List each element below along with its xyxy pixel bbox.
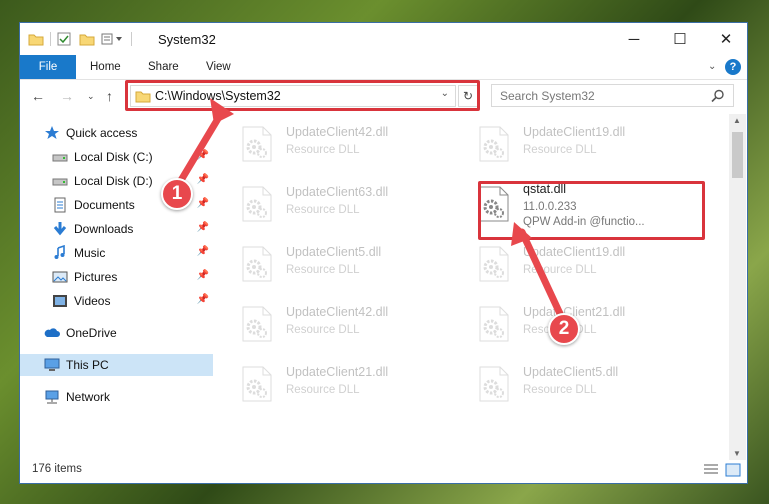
arrow-one-head [210,98,234,124]
arrow-two [518,228,566,322]
annotation-arrows [176,98,566,322]
callout-two: 2 [548,313,580,345]
callout-one: 1 [161,178,193,210]
